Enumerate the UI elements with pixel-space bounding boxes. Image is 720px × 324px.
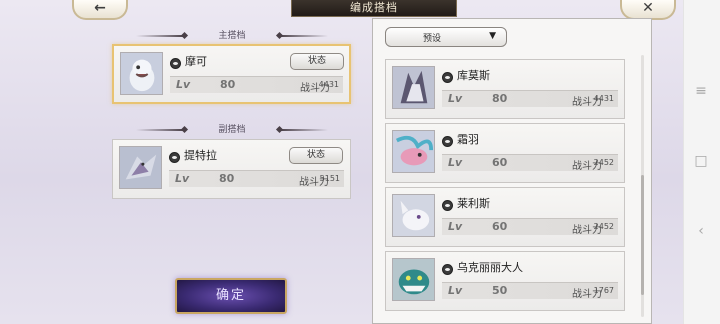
- ornament-left: [136, 35, 184, 37]
- confirm-button[interactable]: 确定: [175, 278, 287, 314]
- element-eye-icon: [169, 152, 180, 163]
- pet-list-panel: 预设 ▼ 库莫斯 Lv 80 战斗力 4431 霜羽 Lv 60 战斗力 245…: [372, 18, 652, 324]
- home-icon[interactable]: □: [694, 154, 708, 168]
- pet-portrait-ukelili: [392, 258, 435, 301]
- ornament-right: [280, 35, 328, 37]
- back-arrow-icon: ←: [94, 0, 106, 16]
- stat-row: Lv 50 战斗力 1767: [442, 282, 618, 300]
- list-item[interactable]: 库莫斯 Lv 80 战斗力 4431: [385, 59, 625, 119]
- menu-icon[interactable]: ≡: [694, 84, 708, 98]
- pet-name: 乌克丽丽大人: [457, 261, 523, 274]
- state-button[interactable]: 状态: [290, 53, 344, 70]
- pet-portrait-titela: [119, 146, 162, 189]
- level-value: 60: [492, 156, 508, 169]
- stat-row: Lv 80 战斗力 5151: [169, 170, 344, 188]
- pet-name: 提特拉: [184, 149, 217, 162]
- power-value: 1767: [593, 286, 614, 295]
- pet-name: 霜羽: [457, 133, 479, 146]
- close-button[interactable]: ✕: [620, 0, 676, 20]
- state-button[interactable]: 状态: [289, 147, 343, 164]
- preset-dropdown[interactable]: 预设 ▼: [385, 27, 507, 47]
- system-nav-bar: ≡ □ ‹: [683, 0, 720, 324]
- scrollbar[interactable]: [641, 55, 644, 317]
- element-eye-icon: [442, 264, 453, 275]
- level-value: 80: [220, 78, 236, 91]
- element-eye-icon: [442, 200, 453, 211]
- preset-label: 预设: [422, 34, 441, 44]
- level-label: Lv: [448, 220, 463, 233]
- element-eye-icon: [442, 136, 453, 147]
- close-icon: ✕: [642, 0, 654, 16]
- level-label: Lv: [448, 284, 463, 297]
- ornament-right: [280, 129, 328, 131]
- main-partner-label: 主搭档: [218, 31, 246, 41]
- level-label: Lv: [448, 156, 463, 169]
- scrollbar-thumb[interactable]: [641, 175, 644, 295]
- pet-portrait-shuangyu: [392, 130, 435, 173]
- stat-row: Lv 60 战斗力 2452: [442, 154, 618, 172]
- list-item[interactable]: 乌克丽丽大人 Lv 50 战斗力 1767: [385, 251, 625, 311]
- pet-portrait-lailisi: [392, 194, 435, 237]
- back-nav-icon[interactable]: ‹: [694, 224, 708, 238]
- level-value: 50: [492, 284, 508, 297]
- list-item[interactable]: 莱利斯 Lv 60 战斗力 2452: [385, 187, 625, 247]
- sub-partner-header: 副搭档: [136, 124, 328, 136]
- level-label: Lv: [176, 78, 191, 91]
- pet-name: 摩可: [185, 55, 207, 68]
- pet-name: 库莫斯: [457, 69, 490, 82]
- element-eye-icon: [170, 58, 181, 69]
- level-value: 80: [492, 92, 508, 105]
- pet-portrait-moke: [120, 52, 163, 95]
- stat-row: Lv 80 战斗力 4431: [170, 76, 343, 94]
- pet-name: 莱利斯: [457, 197, 490, 210]
- level-value: 60: [492, 220, 508, 233]
- ornament-left: [136, 129, 184, 131]
- main-partner-header: 主搭档: [136, 30, 328, 42]
- element-eye-icon: [442, 72, 453, 83]
- level-value: 80: [219, 172, 235, 185]
- chevron-down-icon: ▼: [489, 31, 496, 41]
- stat-row: Lv 60 战斗力 2452: [442, 218, 618, 236]
- level-label: Lv: [448, 92, 463, 105]
- sub-partner-card[interactable]: 提特拉 状态 Lv 80 战斗力 5151: [112, 139, 351, 199]
- level-label: Lv: [175, 172, 190, 185]
- power-value: 4431: [593, 94, 614, 103]
- power-value: 2452: [593, 222, 614, 231]
- list-item[interactable]: 霜羽 Lv 60 战斗力 2452: [385, 123, 625, 183]
- back-button[interactable]: ←: [72, 0, 128, 20]
- power-value: 4431: [318, 80, 339, 89]
- main-partner-card[interactable]: 摩可 状态 Lv 80 战斗力 4431: [112, 44, 351, 104]
- sub-partner-label: 副搭档: [218, 125, 246, 135]
- page-title: 编成搭档: [291, 0, 457, 17]
- stat-row: Lv 80 战斗力 4431: [442, 90, 618, 108]
- pet-portrait-kumosi: [392, 66, 435, 109]
- power-value: 2452: [593, 158, 614, 167]
- power-value: 5151: [319, 174, 340, 183]
